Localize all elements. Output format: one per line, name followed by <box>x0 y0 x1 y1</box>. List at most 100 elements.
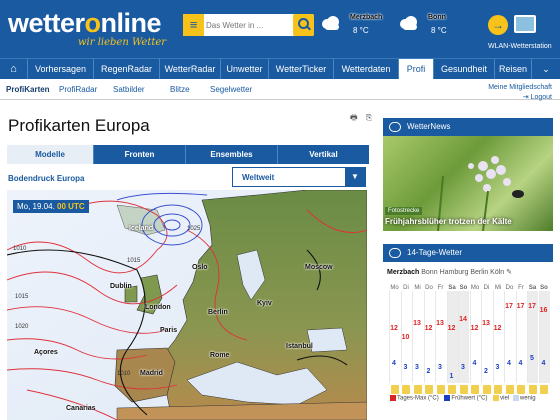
trend-min-value: 4 <box>472 359 477 367</box>
svg-text:1015: 1015 <box>127 258 141 264</box>
sun-icon <box>471 385 479 394</box>
tab-ensembles[interactable]: Ensembles <box>186 145 278 164</box>
search-button[interactable] <box>293 14 314 36</box>
trend-day-label: Di <box>403 285 409 291</box>
trend-city[interactable]: Hamburg <box>440 269 469 276</box>
region-select[interactable]: Weltweit ▼ <box>232 167 366 187</box>
logout-link[interactable]: ⇥ Logout <box>488 93 552 103</box>
trend-city[interactable]: Köln <box>490 269 504 276</box>
trend-min-value: 3 <box>495 363 500 371</box>
trend-day-column <box>469 291 481 383</box>
edit-icon[interactable]: ✎ <box>506 269 512 276</box>
location-search-input[interactable] <box>206 17 290 33</box>
news-tag: Fotostrecke <box>385 207 423 215</box>
subnav-profikarten[interactable]: ProfiKarten <box>6 85 50 94</box>
tab-vertikal[interactable]: Vertikal <box>278 145 369 164</box>
trend-day-label: Mo <box>390 285 399 291</box>
nav-item-wetterticker[interactable]: WetterTicker <box>269 59 334 79</box>
weather-city: Merzbach <box>350 14 383 21</box>
svg-text:1020: 1020 <box>15 324 29 330</box>
subnav-satbilder[interactable]: Satbilder <box>113 85 145 94</box>
trend-day-label: Sa <box>448 285 456 291</box>
trend-max-value: 17 <box>505 303 513 311</box>
trend-max-value: 13 <box>436 320 444 328</box>
sun-icon <box>517 385 525 394</box>
trend-max-value: 16 <box>539 307 548 315</box>
tab-fronten[interactable]: Fronten <box>94 145 186 164</box>
news-headline[interactable]: Frühjahrsblüher trotzen der Kälte <box>385 217 512 226</box>
sun-icon <box>413 385 422 394</box>
svg-text:1015: 1015 <box>15 294 29 300</box>
trend-day-label: So <box>540 285 548 291</box>
news-image[interactable]: Fotostrecke Frühjahrsblüher trotzen der … <box>383 136 553 231</box>
nav-item-unwetter[interactable]: Unwetter <box>221 59 269 79</box>
sun-icon <box>390 385 399 394</box>
nav-item-wetterdaten[interactable]: Wetterdaten <box>334 59 399 79</box>
map-label-moscow: Moscow <box>305 264 333 271</box>
news-icon <box>389 122 401 132</box>
nav-item-reisen[interactable]: Reisen <box>495 59 532 79</box>
menu-button[interactable]: ≡ <box>183 14 204 36</box>
trend-day-column <box>538 291 550 383</box>
sun-icon <box>459 385 468 394</box>
news-header[interactable]: WetterNews <box>383 118 553 136</box>
trend-city-active[interactable]: Merzbach <box>387 269 419 276</box>
trend-max-value: 12 <box>424 324 433 332</box>
membership-link[interactable]: Meine Mitgliedschaft <box>488 83 552 93</box>
print-icon[interactable]: 🖶 <box>350 113 358 122</box>
pressure-map[interactable]: 1015 1015 1020 1010 1010 1025 Mo, 19.04.… <box>7 190 367 420</box>
share-icon[interactable]: ⎘ <box>366 113 372 122</box>
trend-panel: 14-Tage-Wetter <box>383 244 553 262</box>
map-label-istanbul: Istanbul <box>286 343 313 350</box>
tab-modelle[interactable]: Modelle <box>7 145 94 164</box>
wlan-station-link[interactable]: WLAN-Wetterstation <box>488 43 552 50</box>
trend-max-value: 12 <box>390 324 398 332</box>
map-label-dublin: Dublin <box>110 283 132 290</box>
nav-item-regenradar[interactable]: RegenRadar <box>94 59 160 79</box>
trend-min-value: 3 <box>438 363 442 371</box>
trend-day-label: Do <box>505 285 514 291</box>
weather-city: Bonn <box>428 14 446 21</box>
pressure-map-canvas: 1015 1015 1020 1010 1010 1025 <box>7 190 367 420</box>
subnav-blitze[interactable]: Blitze <box>170 85 190 94</box>
trend-city[interactable]: Bonn <box>421 269 437 276</box>
chevron-down-icon[interactable]: ⌄ <box>532 59 560 79</box>
trend-max-value: 17 <box>516 303 525 311</box>
trend-city[interactable]: Berlin <box>470 269 488 276</box>
nav-item-wetterradar[interactable]: WetterRadar <box>160 59 221 79</box>
calendar-icon <box>389 248 401 258</box>
sun-icon <box>494 385 502 394</box>
trend-max-value: 13 <box>413 320 421 328</box>
nav-item-profi[interactable]: Profi <box>399 59 434 79</box>
map-label-paris: Paris <box>160 327 178 334</box>
map-label-rome: Rome <box>210 352 230 359</box>
sun-icon <box>425 385 433 394</box>
weather-temp: 8 °C <box>353 26 369 35</box>
nav-item-gesundheit[interactable]: Gesundheit <box>434 59 495 79</box>
trend-max-value: 14 <box>459 316 467 324</box>
legend-cloud-swatch <box>512 395 519 401</box>
svg-text:1025: 1025 <box>187 226 201 232</box>
trend-max-value: 17 <box>528 303 536 311</box>
main-nav: ⌂ Vorhersagen RegenRadar WetterRadar Unw… <box>0 58 560 79</box>
map-date-badge: Mo, 19.04. 00 UTC <box>13 200 89 213</box>
trend-chart: Merzbach Bonn Hamburg Berlin Köln ✎ Mo 12… <box>383 264 553 420</box>
weather-station-image[interactable] <box>514 15 536 33</box>
subnav-segelwetter[interactable]: Segelwetter <box>210 85 252 94</box>
page-title: Profikarten Europa <box>8 116 150 135</box>
home-icon[interactable]: ⌂ <box>0 59 28 79</box>
arrow-right-icon[interactable]: → <box>488 15 508 35</box>
sun-icon <box>528 385 537 394</box>
trend-min-value: 4 <box>392 359 396 367</box>
trend-header[interactable]: 14-Tage-Wetter <box>383 244 553 262</box>
map-title: Bodendruck Europa <box>8 174 85 183</box>
subnav-profiradar[interactable]: ProfiRadar <box>59 85 97 94</box>
logo-tagline: wir lieben Wetter <box>78 37 167 48</box>
logo[interactable]: wetteronline <box>8 10 162 37</box>
cloud-icon <box>400 16 417 30</box>
trend-min-value: 4 <box>518 359 523 367</box>
nav-item-vorhersagen[interactable]: Vorhersagen <box>28 59 94 79</box>
trend-min-value: 4 <box>541 359 546 367</box>
map-label-london: London <box>145 304 171 311</box>
trend-min-value: 2 <box>484 368 488 376</box>
